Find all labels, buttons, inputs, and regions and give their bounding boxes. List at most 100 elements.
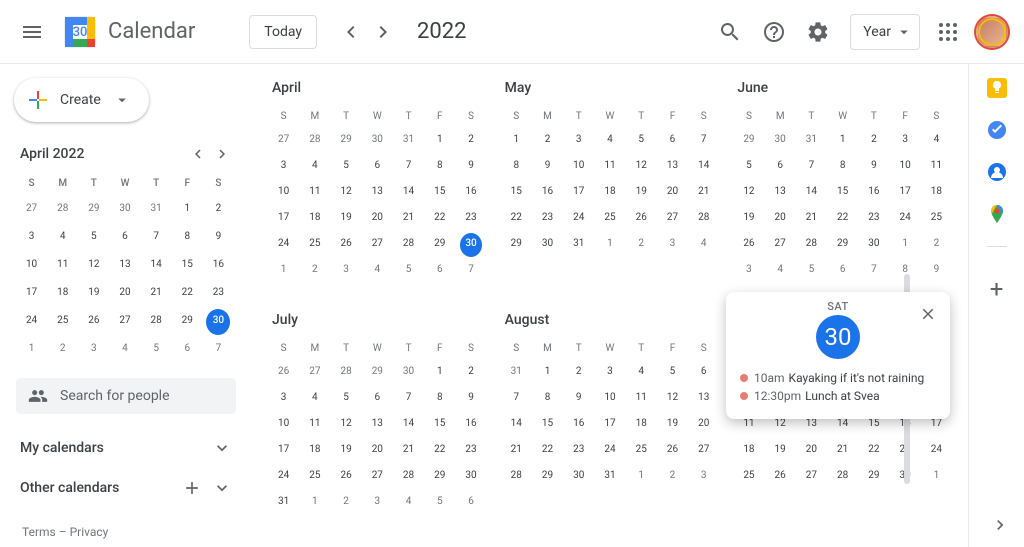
month-day-cell[interactable]: 8 [537, 387, 559, 411]
month-day-cell[interactable]: 18 [599, 181, 621, 205]
mini-day-cell[interactable]: 19 [82, 281, 106, 307]
month-day-cell[interactable]: 5 [630, 129, 652, 153]
month-day-cell[interactable]: 2 [925, 233, 947, 257]
month-day-cell[interactable]: 30 [460, 465, 482, 489]
month-day-cell[interactable]: 4 [693, 233, 715, 257]
event-row[interactable]: 10amKayaking if it's not raining [740, 369, 936, 387]
month-day-cell[interactable]: 20 [366, 439, 388, 463]
month-day-cell[interactable]: 26 [661, 439, 683, 463]
mini-day-cell[interactable]: 26 [82, 309, 106, 335]
month-day-cell[interactable]: 25 [599, 207, 621, 231]
month-day-cell[interactable]: 30 [537, 233, 559, 257]
month-day-cell[interactable]: 28 [398, 465, 420, 489]
month-day-cell[interactable]: 24 [273, 465, 295, 489]
month-day-cell[interactable]: 16 [460, 413, 482, 437]
month-day-cell[interactable]: 4 [599, 129, 621, 153]
mini-day-cell[interactable]: 11 [51, 253, 75, 279]
month-day-cell[interactable]: 19 [661, 413, 683, 437]
plus-icon[interactable] [182, 478, 202, 498]
month-day-cell[interactable]: 31 [398, 129, 420, 153]
month-day-cell[interactable]: 25 [738, 465, 760, 489]
mini-day-cell[interactable]: 18 [51, 281, 75, 307]
month-day-cell[interactable]: 1 [630, 465, 652, 489]
month-day-cell[interactable]: 10 [599, 387, 621, 411]
month-day-cell[interactable]: 1 [599, 233, 621, 257]
mini-day-cell[interactable]: 6 [113, 225, 137, 251]
month-day-cell[interactable]: 8 [429, 387, 451, 411]
month-day-cell[interactable]: 15 [832, 181, 854, 205]
mini-day-cell[interactable]: 17 [20, 281, 44, 307]
month-day-cell[interactable]: 1 [273, 259, 295, 283]
contacts-app-icon[interactable] [987, 162, 1007, 182]
month-day-cell[interactable]: 26 [335, 233, 357, 257]
month-day-cell[interactable]: 29 [429, 233, 451, 257]
month-day-cell[interactable]: 2 [460, 361, 482, 385]
month-day-cell[interactable]: 21 [398, 207, 420, 231]
month-day-cell[interactable]: 28 [304, 129, 326, 153]
prev-period-button[interactable] [335, 16, 367, 48]
month-day-cell[interactable]: 30 [398, 361, 420, 385]
month-day-cell[interactable]: 23 [568, 439, 590, 463]
month-day-cell[interactable]: 30 [769, 129, 791, 153]
mini-day-cell[interactable]: 9 [206, 225, 230, 251]
month-day-cell[interactable]: 2 [863, 129, 885, 153]
month-day-cell[interactable]: 9 [460, 155, 482, 179]
month-day-cell[interactable]: 5 [429, 491, 451, 515]
month-day-cell[interactable]: 23 [863, 207, 885, 231]
month-day-cell[interactable]: 20 [693, 413, 715, 437]
month-day-cell[interactable]: 5 [800, 259, 822, 283]
month-day-cell[interactable]: 14 [398, 181, 420, 205]
month-day-cell[interactable]: 21 [505, 439, 527, 463]
month-day-cell[interactable]: 10 [894, 155, 916, 179]
popover-day-number[interactable]: 30 [816, 315, 860, 359]
month-day-cell[interactable]: 24 [568, 207, 590, 231]
month-day-cell[interactable]: 28 [832, 465, 854, 489]
account-avatar[interactable] [976, 16, 1008, 48]
month-day-cell[interactable]: 27 [661, 207, 683, 231]
close-button[interactable] [916, 302, 940, 326]
month-day-cell[interactable]: 27 [800, 465, 822, 489]
month-day-cell[interactable]: 22 [429, 207, 451, 231]
month-day-cell[interactable]: 6 [460, 491, 482, 515]
mini-day-cell[interactable]: 3 [82, 337, 106, 363]
month-day-cell[interactable]: 31 [505, 361, 527, 385]
month-day-cell[interactable]: 5 [398, 259, 420, 283]
month-day-cell[interactable]: 20 [769, 207, 791, 231]
month-day-cell[interactable]: 23 [460, 439, 482, 463]
mini-day-cell[interactable]: 16 [206, 253, 230, 279]
month-day-cell[interactable]: 29 [738, 129, 760, 153]
month-day-cell[interactable]: 2 [568, 361, 590, 385]
search-button[interactable] [710, 12, 750, 52]
month-day-cell[interactable]: 22 [505, 207, 527, 231]
month-day-cell[interactable]: 3 [599, 361, 621, 385]
month-day-cell[interactable]: 28 [505, 465, 527, 489]
mini-day-cell[interactable]: 15 [175, 253, 199, 279]
month-day-cell[interactable]: 30 [366, 129, 388, 153]
mini-day-cell[interactable]: 12 [82, 253, 106, 279]
month-day-cell[interactable]: 9 [460, 387, 482, 411]
month-day-cell[interactable]: 14 [800, 181, 822, 205]
month-day-cell[interactable]: 6 [832, 259, 854, 283]
month-day-cell[interactable]: 27 [366, 465, 388, 489]
month-day-cell[interactable]: 26 [738, 233, 760, 257]
month-day-cell[interactable]: 13 [769, 181, 791, 205]
month-day-cell[interactable]: 31 [599, 465, 621, 489]
month-day-cell[interactable]: 7 [800, 155, 822, 179]
month-day-cell[interactable]: 7 [398, 387, 420, 411]
month-day-cell[interactable]: 12 [738, 181, 760, 205]
mini-day-cell[interactable]: 1 [20, 337, 44, 363]
month-day-cell[interactable]: 8 [832, 155, 854, 179]
month-day-cell[interactable]: 30 [460, 233, 482, 257]
terms-link[interactable]: Terms [22, 525, 56, 539]
mini-day-cell[interactable]: 1 [175, 197, 199, 223]
month-day-cell[interactable]: 1 [429, 361, 451, 385]
month-day-cell[interactable]: 22 [537, 439, 559, 463]
mini-day-cell[interactable]: 27 [20, 197, 44, 223]
month-day-cell[interactable]: 17 [894, 181, 916, 205]
month-day-cell[interactable]: 18 [630, 413, 652, 437]
mini-day-cell[interactable]: 2 [51, 337, 75, 363]
month-day-cell[interactable]: 2 [335, 491, 357, 515]
month-day-cell[interactable]: 1 [429, 129, 451, 153]
mini-day-cell[interactable]: 2 [206, 197, 230, 223]
month-day-cell[interactable]: 1 [925, 465, 947, 489]
